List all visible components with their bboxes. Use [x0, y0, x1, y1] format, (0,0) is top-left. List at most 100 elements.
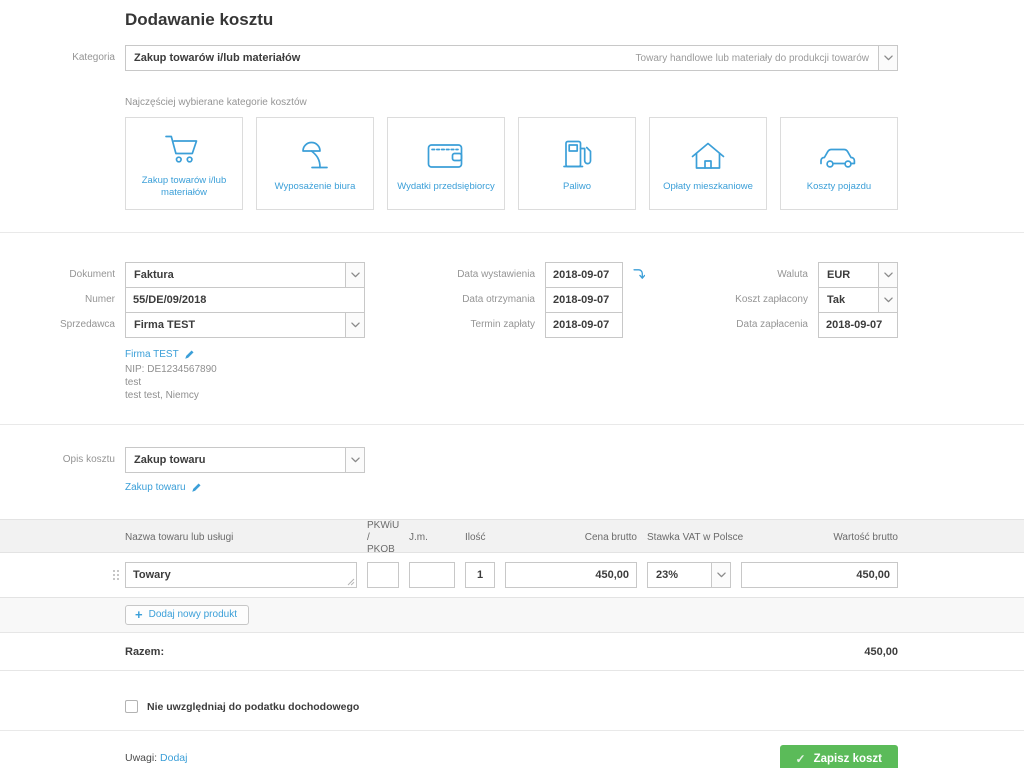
seller-address-line2: test test, Niemcy: [125, 389, 365, 402]
tile-label: Paliwo: [557, 181, 597, 193]
tile-koszty-pojazdu[interactable]: Koszty pojazdu: [780, 117, 898, 210]
sprzedawca-select-value: Firma TEST: [126, 319, 345, 331]
data-wystawienia-label: Data wystawienia: [365, 262, 545, 288]
col-header-unit: J.m.: [409, 532, 455, 544]
chevron-down-icon: [878, 46, 897, 70]
page-title: Dodawanie kosztu: [0, 0, 1024, 30]
data-wystawienia-input[interactable]: [545, 262, 623, 288]
dokument-label: Dokument: [0, 262, 125, 288]
add-product-label: Dodaj nowy produkt: [149, 609, 237, 620]
koszt-zaplacony-value: Tak: [819, 294, 878, 306]
col-header-gross: Wartość brutto: [741, 532, 898, 544]
tile-label: Wydatki przedsiębiorcy: [391, 181, 501, 193]
add-cost-page: Dodawanie kosztu Kategoria Zakup towarów…: [0, 0, 1024, 768]
data-zaplacenia-label: Data zapłacenia: [645, 312, 818, 338]
chevron-down-icon: [878, 288, 897, 312]
item-row: 23%: [0, 553, 1024, 598]
col-header-price: Cena brutto: [505, 532, 637, 544]
item-vat-value: 23%: [648, 569, 711, 581]
seller-name-link[interactable]: Firma TEST: [125, 348, 179, 361]
data-otrzymania-input[interactable]: [545, 287, 623, 313]
chevron-down-icon: [345, 313, 364, 337]
chevron-down-icon: [711, 563, 730, 587]
data-otrzymania-label: Data otrzymania: [365, 287, 545, 313]
tile-label: Opłaty mieszkaniowe: [657, 181, 759, 193]
category-select[interactable]: Zakup towarów i/lub materiałów Towary ha…: [125, 45, 898, 71]
income-tax-checkbox[interactable]: [125, 700, 138, 713]
desk-lamp-icon: [295, 134, 335, 172]
col-header-vat: Stawka VAT w Polsce: [647, 532, 731, 544]
items-table-header: Nazwa towaru lub usługi PKWiU / PKOB J.m…: [0, 519, 1024, 553]
save-cost-label: Zapisz koszt: [814, 753, 882, 765]
footer: Uwagi: Dodaj ✓ Zapisz koszt: [0, 731, 1024, 768]
check-icon: ✓: [796, 752, 806, 766]
income-tax-label: Nie uwzględniaj do podatku dochodowego: [147, 701, 359, 713]
seller-nip: NIP: DE1234567890: [125, 363, 365, 376]
notes-label: Uwagi:: [125, 752, 157, 764]
plus-icon: +: [135, 610, 143, 620]
tiles-heading: Najczęściej wybierane kategorie kosztów: [125, 97, 1024, 108]
category-tiles: Zakup towarów i/lub materiałów Wyposażen…: [125, 117, 1024, 210]
seller-address-line1: test: [125, 376, 365, 389]
chevron-down-icon: [345, 448, 364, 472]
dokument-select-value: Faktura: [126, 269, 345, 281]
category-select-hint: Towary handlowe lub materiały do produkc…: [636, 53, 878, 64]
notes-add-link[interactable]: Dodaj: [160, 752, 187, 764]
drag-handle-icon[interactable]: [112, 569, 120, 581]
sprzedawca-select[interactable]: Firma TEST: [125, 312, 365, 338]
koszt-zaplacony-select[interactable]: Tak: [818, 287, 898, 313]
tile-zakup-towarow[interactable]: Zakup towarów i/lub materiałów: [125, 117, 243, 210]
numer-input[interactable]: [125, 287, 365, 313]
item-pkwiu-input[interactable]: [367, 562, 399, 588]
add-product-band: + Dodaj nowy produkt: [0, 598, 1024, 633]
edit-seller-icon[interactable]: [184, 349, 195, 360]
tile-label: Koszty pojazdu: [801, 181, 877, 193]
col-header-pkwiu: PKWiU / PKOB: [367, 520, 399, 556]
category-select-value: Zakup towarów i/lub materiałów: [126, 52, 636, 64]
waluta-select-value: EUR: [819, 269, 878, 281]
chevron-down-icon: [878, 263, 897, 287]
opis-edit-link[interactable]: Zakup towaru: [125, 482, 186, 493]
termin-zaplaty-label: Termin zapłaty: [365, 312, 545, 338]
col-header-qty: Ilość: [465, 532, 495, 544]
resize-corner-icon[interactable]: [347, 578, 355, 586]
item-vat-select[interactable]: 23%: [647, 562, 731, 588]
tile-paliwo[interactable]: Paliwo: [518, 117, 636, 210]
house-icon: [688, 134, 728, 172]
tile-wydatki-przedsiebiorcy[interactable]: Wydatki przedsiębiorcy: [387, 117, 505, 210]
dokument-select[interactable]: Faktura: [125, 262, 365, 288]
total-label: Razem:: [125, 646, 164, 658]
expense-description-section: Opis kosztu Zakup towaru Zakup towaru: [0, 425, 1024, 493]
edit-description-icon[interactable]: [191, 482, 202, 493]
waluta-label: Waluta: [645, 262, 818, 288]
opis-kosztu-select[interactable]: Zakup towaru: [125, 447, 365, 473]
sprzedawca-label: Sprzedawca: [0, 312, 125, 338]
car-icon: [817, 134, 861, 172]
numer-label: Numer: [0, 287, 125, 313]
opis-kosztu-value: Zakup towaru: [126, 454, 345, 466]
save-cost-button[interactable]: ✓ Zapisz koszt: [780, 745, 898, 768]
copy-date-down-icon[interactable]: [631, 267, 645, 284]
item-gross-input[interactable]: [741, 562, 898, 588]
wallet-icon: [426, 134, 466, 172]
item-unit-input[interactable]: [409, 562, 455, 588]
waluta-select[interactable]: EUR: [818, 262, 898, 288]
total-row: Razem: 450,00: [0, 633, 1024, 671]
data-zaplacenia-input[interactable]: [818, 312, 898, 338]
termin-zaplaty-input[interactable]: [545, 312, 623, 338]
tile-wyposazenie-biura[interactable]: Wyposażenie biura: [256, 117, 374, 210]
tile-label: Wyposażenie biura: [269, 181, 362, 193]
tile-oplaty-mieszkaniowe[interactable]: Opłaty mieszkaniowe: [649, 117, 767, 210]
document-section: Dokument Faktura Numer Sprzedawca Firma …: [0, 233, 1024, 416]
item-qty-input[interactable]: [465, 562, 495, 588]
item-name-input[interactable]: [125, 562, 357, 588]
seller-details: Firma TEST NIP: DE1234567890 test test t…: [125, 348, 365, 416]
item-price-input[interactable]: [505, 562, 637, 588]
total-value: 450,00: [864, 646, 898, 658]
col-header-name: Nazwa towaru lub usługi: [125, 532, 357, 544]
fuel-pump-icon: [559, 134, 595, 172]
tile-label: Zakup towarów i/lub materiałów: [126, 175, 242, 200]
chevron-down-icon: [345, 263, 364, 287]
income-tax-row: Nie uwzględniaj do podatku dochodowego: [125, 700, 1024, 713]
add-product-button[interactable]: + Dodaj nowy produkt: [125, 605, 249, 625]
